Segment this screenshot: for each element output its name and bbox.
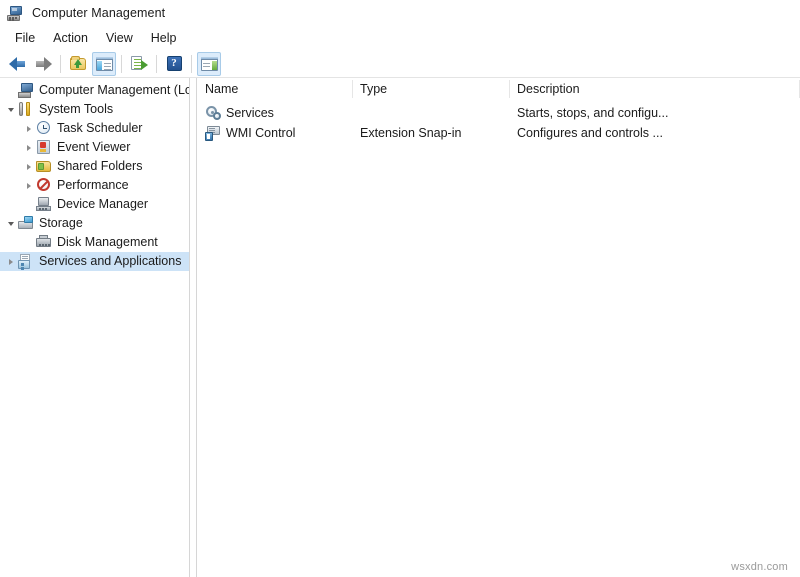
tree-item-label: Task Scheduler	[57, 122, 142, 135]
column-header-name[interactable]: Name	[197, 78, 352, 100]
show-hide-console-tree-button[interactable]	[92, 52, 116, 76]
pane-splitter[interactable]	[190, 78, 197, 577]
tree-item-event-viewer[interactable]: Event Viewer	[0, 138, 189, 157]
tree-item-label: Event Viewer	[57, 141, 130, 154]
show-hide-action-pane-button[interactable]	[197, 52, 221, 76]
list-item-description: Starts, stops, and configu...	[509, 106, 800, 120]
content-area: Computer Management (Local) System Tools…	[0, 78, 800, 577]
menu-bar: File Action View Help	[0, 26, 800, 50]
computer-management-window: Computer Management File Action View Hel…	[0, 0, 800, 577]
tree-item-label: Performance	[57, 179, 129, 192]
list-item[interactable]: WMI Control Extension Snap-in Configures…	[197, 123, 800, 143]
title-bar: Computer Management	[0, 0, 800, 26]
console-tree[interactable]: Computer Management (Local) System Tools…	[0, 78, 190, 577]
tree-item-disk-management[interactable]: Disk Management	[0, 233, 189, 252]
tree-item-system-tools[interactable]: System Tools	[0, 100, 189, 119]
tree-item-label: Disk Management	[57, 236, 158, 249]
column-header-description[interactable]: Description	[509, 78, 800, 100]
list-item-type: Extension Snap-in	[352, 126, 509, 140]
tree-item-storage[interactable]: Storage	[0, 214, 189, 233]
list-item-name: WMI Control	[226, 126, 295, 140]
list-item-description: Configures and controls ...	[509, 126, 800, 140]
clock-icon	[36, 121, 52, 136]
wmi-control-icon	[205, 126, 221, 141]
tree-expander-open[interactable]	[4, 222, 18, 226]
performance-icon	[36, 178, 52, 193]
disk-management-icon	[36, 235, 52, 250]
toolbar-separator	[191, 55, 192, 73]
help-button[interactable]: ?	[162, 52, 186, 76]
storage-icon	[18, 216, 34, 231]
forward-button[interactable]	[31, 52, 55, 76]
window-title: Computer Management	[32, 6, 165, 20]
services-applications-icon	[18, 254, 34, 269]
question-mark-icon: ?	[167, 56, 182, 71]
up-one-level-button[interactable]	[66, 52, 90, 76]
action-pane-icon	[201, 57, 218, 71]
tree-item-computer-management[interactable]: Computer Management (Local)	[0, 81, 189, 100]
tree-expander-closed[interactable]	[22, 164, 36, 170]
tree-expander-open[interactable]	[4, 108, 18, 112]
tree-item-performance[interactable]: Performance	[0, 176, 189, 195]
tree-item-label: Services and Applications	[39, 255, 181, 268]
event-viewer-icon	[36, 140, 52, 155]
list-item[interactable]: Services Starts, stops, and configu...	[197, 103, 800, 123]
menu-file[interactable]: File	[6, 28, 44, 49]
tree-item-shared-folders[interactable]: Shared Folders	[0, 157, 189, 176]
console-tree-icon	[96, 57, 113, 71]
shared-folders-icon	[36, 159, 52, 174]
forward-arrow-icon	[35, 57, 52, 71]
menu-view[interactable]: View	[97, 28, 142, 49]
tree-item-label: Storage	[39, 217, 83, 230]
export-list-icon	[131, 56, 147, 71]
device-manager-icon	[36, 197, 52, 212]
list-item-name-cell: Services	[197, 106, 352, 121]
toolbar-separator	[60, 55, 61, 73]
back-arrow-icon	[9, 57, 26, 71]
tree-expander-closed[interactable]	[22, 145, 36, 151]
tree-item-label: Shared Folders	[57, 160, 142, 173]
list-item-name: Services	[226, 106, 274, 120]
watermark: wsxdn.com	[731, 561, 788, 573]
tree-item-device-manager[interactable]: Device Manager	[0, 195, 189, 214]
tree-expander-closed[interactable]	[22, 126, 36, 132]
list-body: Services Starts, stops, and configu... W…	[197, 100, 800, 577]
menu-help[interactable]: Help	[142, 28, 186, 49]
tree-item-label: Device Manager	[57, 198, 148, 211]
details-pane: Name Type Description Services Starts, s…	[197, 78, 800, 577]
tree-item-services-and-applications[interactable]: Services and Applications	[0, 252, 189, 271]
tree-item-label: Computer Management (Local)	[39, 84, 190, 97]
computer-management-icon	[7, 6, 23, 21]
toolbar-separator	[156, 55, 157, 73]
tree-expander-closed[interactable]	[22, 183, 36, 189]
gears-icon	[205, 106, 221, 121]
back-button[interactable]	[5, 52, 29, 76]
list-item-name-cell: WMI Control	[197, 126, 352, 141]
toolbar-separator	[121, 55, 122, 73]
toolbar: ?	[0, 50, 800, 78]
tree-item-task-scheduler[interactable]: Task Scheduler	[0, 119, 189, 138]
menu-action[interactable]: Action	[44, 28, 97, 49]
column-header-type[interactable]: Type	[352, 78, 509, 100]
computer-management-icon	[18, 83, 34, 98]
tree-expander-closed[interactable]	[4, 259, 18, 265]
folder-up-icon	[70, 56, 87, 71]
tree-item-label: System Tools	[39, 103, 113, 116]
export-list-button[interactable]	[127, 52, 151, 76]
system-tools-icon	[18, 102, 34, 117]
list-header: Name Type Description	[197, 78, 800, 100]
